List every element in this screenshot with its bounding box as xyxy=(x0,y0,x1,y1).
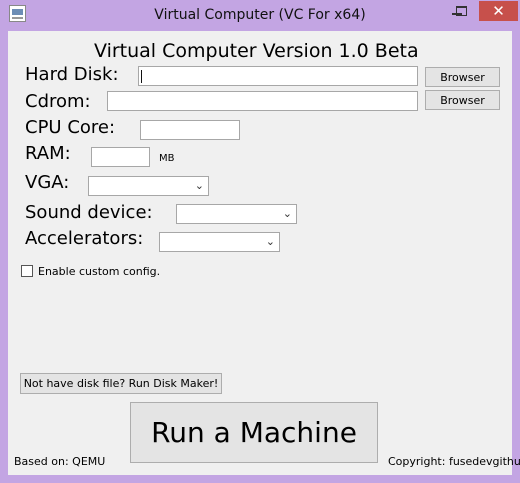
run-disk-maker-button[interactable]: Not have disk file? Run Disk Maker! xyxy=(20,373,222,394)
vga-label: VGA: xyxy=(25,172,70,193)
sound-device-label: Sound device: xyxy=(25,202,153,223)
vga-select[interactable]: ⌄ xyxy=(88,176,209,196)
close-icon: ✕ xyxy=(492,2,505,20)
sound-device-select[interactable]: ⌄ xyxy=(176,204,297,224)
chevron-down-icon: ⌄ xyxy=(194,179,204,192)
title-bar[interactable]: Virtual Computer (VC For x64) ✕ xyxy=(0,0,520,31)
cpu-core-label: CPU Core: xyxy=(25,117,116,138)
hard-disk-input[interactable] xyxy=(138,66,418,86)
chevron-down-icon: ⌄ xyxy=(282,207,292,220)
close-button[interactable]: ✕ xyxy=(479,1,518,21)
ram-input[interactable] xyxy=(91,147,150,167)
run-machine-button[interactable]: Run a Machine xyxy=(130,402,378,463)
based-on-text: Based on: QEMU xyxy=(14,455,106,468)
accelerators-label: Accelerators: xyxy=(25,228,144,249)
window-title: Virtual Computer (VC For x64) xyxy=(154,7,366,23)
ram-unit: MB xyxy=(159,153,175,164)
chevron-down-icon: ⌄ xyxy=(265,235,275,248)
cpu-core-input[interactable] xyxy=(140,120,240,140)
text-caret xyxy=(141,70,142,83)
page-title: Virtual Computer Version 1.0 Beta xyxy=(94,40,419,62)
maximize-button[interactable] xyxy=(448,1,474,21)
cdrom-input[interactable] xyxy=(107,91,418,111)
copyright-text: Copyright: fusedevgithub xyxy=(388,455,520,468)
cdrom-label: Cdrom: xyxy=(25,91,91,112)
custom-config-label: Enable custom config. xyxy=(38,265,161,278)
cdrom-browse-button[interactable]: Browser xyxy=(425,90,500,110)
hard-disk-label: Hard Disk: xyxy=(25,64,119,85)
maximize-icon xyxy=(455,6,467,16)
hard-disk-browse-button[interactable]: Browser xyxy=(425,67,500,87)
accelerators-select[interactable]: ⌄ xyxy=(159,232,280,252)
app-window: Virtual Computer (VC For x64) ✕ Virtual … xyxy=(0,0,520,483)
custom-config-checkbox[interactable] xyxy=(21,265,33,277)
main-panel: Virtual Computer Version 1.0 Beta Hard D… xyxy=(8,31,520,475)
ram-label: RAM: xyxy=(25,143,71,164)
